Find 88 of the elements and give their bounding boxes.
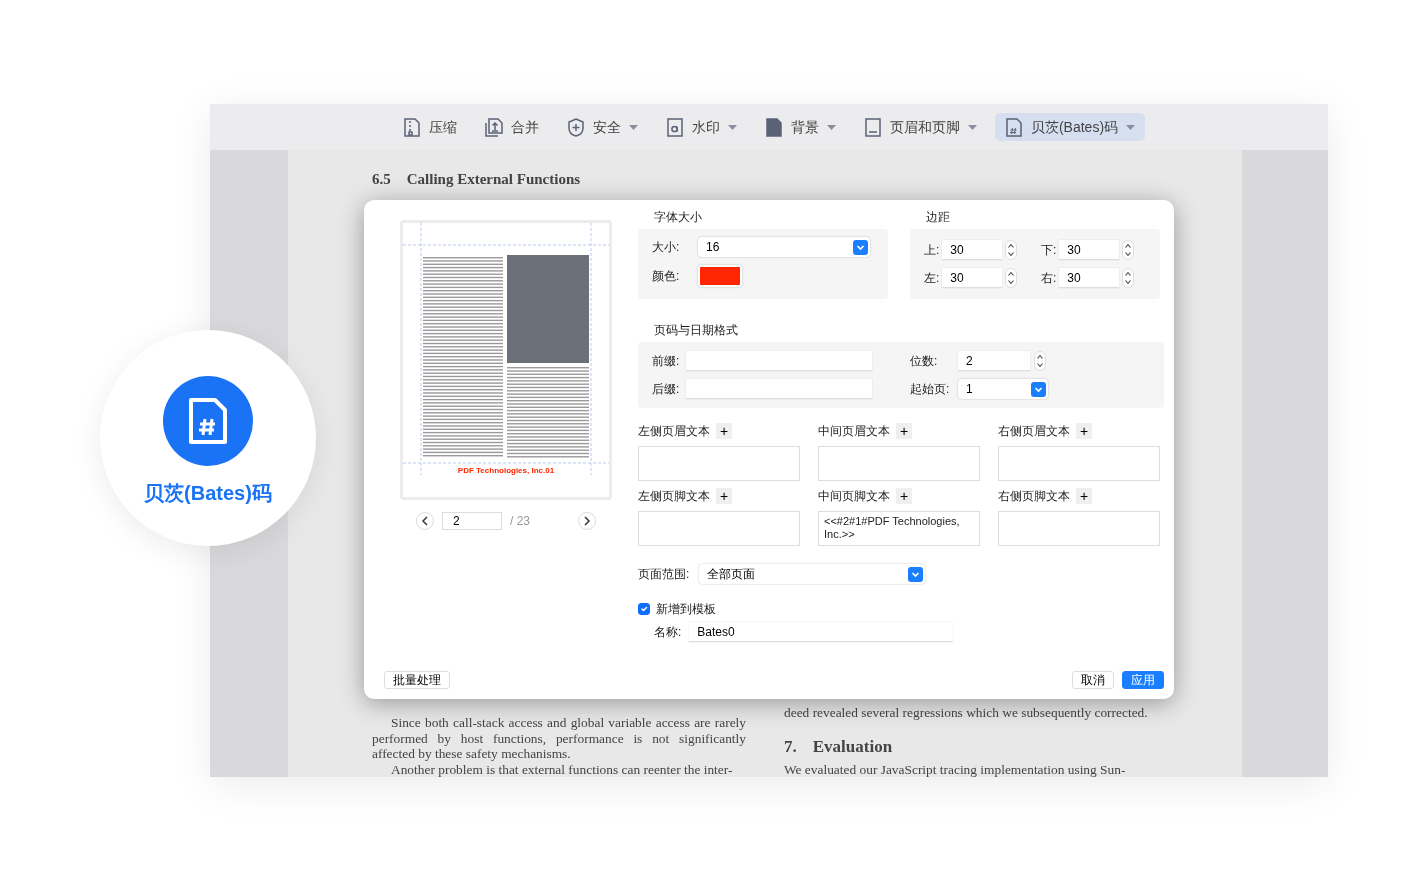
field-label: 左侧页脚文本 <box>638 488 710 505</box>
digits-field[interactable]: 2 <box>958 351 1030 371</box>
toolbar-button[interactable]: 安全 <box>556 113 648 141</box>
section-heading: Calling External Functions <box>406 170 581 189</box>
template-checkbox[interactable] <box>638 603 650 615</box>
chevron-down-icon <box>1031 381 1046 397</box>
name-field[interactable]: Bates0 <box>689 622 954 642</box>
text-area-field[interactable]: <<#2#1#PDF Technologies, Inc.>> <box>818 511 980 546</box>
start-page-dropdown[interactable]: 1 <box>958 379 1048 399</box>
cancel-button[interactable]: 取消 <box>1072 671 1114 689</box>
filled-file-icon <box>764 117 783 137</box>
margin-field[interactable]: 30 <box>942 268 1003 288</box>
add-button[interactable]: + <box>896 423 912 439</box>
field-label: 右: <box>1041 270 1057 287</box>
heading-number: 6.5 <box>372 170 391 189</box>
font-size-dropdown[interactable]: 16 <box>698 237 870 257</box>
add-button[interactable]: + <box>1076 488 1092 504</box>
paragraph: Another problem is that external functions can reenter the inter- <box>390 761 734 777</box>
group-title: 页码与日期格式 <box>654 322 739 339</box>
section-number: 7. <box>784 739 797 755</box>
stepper-icon <box>1005 268 1018 288</box>
field-label: 右侧页眉文本 <box>998 423 1070 440</box>
text-area-field[interactable] <box>998 446 1160 481</box>
field-label: 中间页眉文本 <box>818 423 890 440</box>
text-line: deed revealed several regressions which we subsequently corrected. <box>784 704 1149 720</box>
field-label: 左: <box>924 270 940 287</box>
group-title: 边距 <box>926 209 951 226</box>
toolbar-button[interactable]: 贝茨(Bates)码 <box>994 113 1146 141</box>
field-label: 后缀: <box>652 381 681 398</box>
text-area-field[interactable] <box>638 511 800 546</box>
suffix-field[interactable] <box>686 379 872 399</box>
field-label: 上: <box>924 242 940 259</box>
stepper-icon <box>1034 351 1046 371</box>
stepper-icon <box>1005 240 1018 260</box>
shield-plus-icon <box>566 117 585 137</box>
stacked-files-icon <box>484 117 503 137</box>
field-label: 右侧页脚文本 <box>998 488 1070 505</box>
add-button[interactable]: + <box>896 488 912 504</box>
text-area-field[interactable] <box>818 446 980 481</box>
footer-text: PDF Technologies, Inc.01 <box>457 465 555 477</box>
color-swatch[interactable] <box>698 265 742 287</box>
add-button[interactable]: + <box>716 488 732 504</box>
field-label: 名称: <box>654 624 682 641</box>
field-label: 下: <box>1041 242 1057 259</box>
hash-file-icon <box>188 397 228 445</box>
zipper-file-icon <box>402 117 421 137</box>
margin-field[interactable]: 30 <box>942 240 1003 260</box>
field-label: 颜色: <box>652 268 681 285</box>
chevron-right-icon <box>583 516 591 526</box>
field-label: 前缀: <box>652 353 681 370</box>
toolbar-button[interactable]: 水印 <box>655 113 747 141</box>
apply-button[interactable]: 应用 <box>1122 671 1164 689</box>
group-title: 字体大小 <box>654 209 703 226</box>
field-label: 中间页脚文本 <box>818 488 890 505</box>
toolbar-button[interactable]: 背景 <box>754 113 846 141</box>
paragraph: Since both call-stack access and global variable access are rarely performed by host functions, performance is not significantly affected by these safety mechanisms. <box>372 715 746 762</box>
toolbar-button[interactable]: 压缩 <box>392 113 467 141</box>
chevron-down-icon <box>853 239 868 255</box>
toolbar-button[interactable]: 页眉和页脚 <box>853 113 987 141</box>
text-area-field[interactable] <box>998 511 1160 546</box>
batch-button[interactable]: 批量处理 <box>384 671 450 689</box>
feature-label: 贝茨(Bates)码 <box>144 481 272 506</box>
add-button[interactable]: + <box>1076 423 1092 439</box>
add-button[interactable]: + <box>716 423 732 439</box>
prefix-field[interactable] <box>686 351 872 371</box>
stepper-icon <box>1122 268 1135 288</box>
hash-file-icon <box>1004 117 1023 137</box>
field-label: 起始页: <box>910 381 951 398</box>
page-icon <box>863 117 882 137</box>
checkbox-label: 新增到模板 <box>656 601 716 618</box>
next-page-button[interactable] <box>578 512 596 530</box>
paragraph: We evaluated our JavaScript tracing implementation using Sun- <box>784 761 1127 777</box>
stepper-icon <box>1122 240 1135 260</box>
field-label: 位数: <box>910 353 939 370</box>
toolbar-button[interactable]: 合并 <box>474 113 549 141</box>
chevron-left-icon <box>421 516 429 526</box>
page-total: / 23 <box>510 513 531 530</box>
chevron-down-icon <box>908 566 924 582</box>
page-range-dropdown[interactable]: 全部页面 <box>699 564 926 584</box>
field-label: 页面范围: <box>638 566 690 583</box>
field-label: 大小: <box>652 239 681 256</box>
text-area-field[interactable] <box>638 446 800 481</box>
field-label: 左侧页眉文本 <box>638 423 710 440</box>
margin-field[interactable]: 30 <box>1059 240 1120 260</box>
previous-page-button[interactable] <box>416 512 434 530</box>
margin-field[interactable]: 30 <box>1059 268 1120 288</box>
section-heading: Evaluation <box>812 739 893 755</box>
page-number-field[interactable]: 2 <box>442 512 502 530</box>
